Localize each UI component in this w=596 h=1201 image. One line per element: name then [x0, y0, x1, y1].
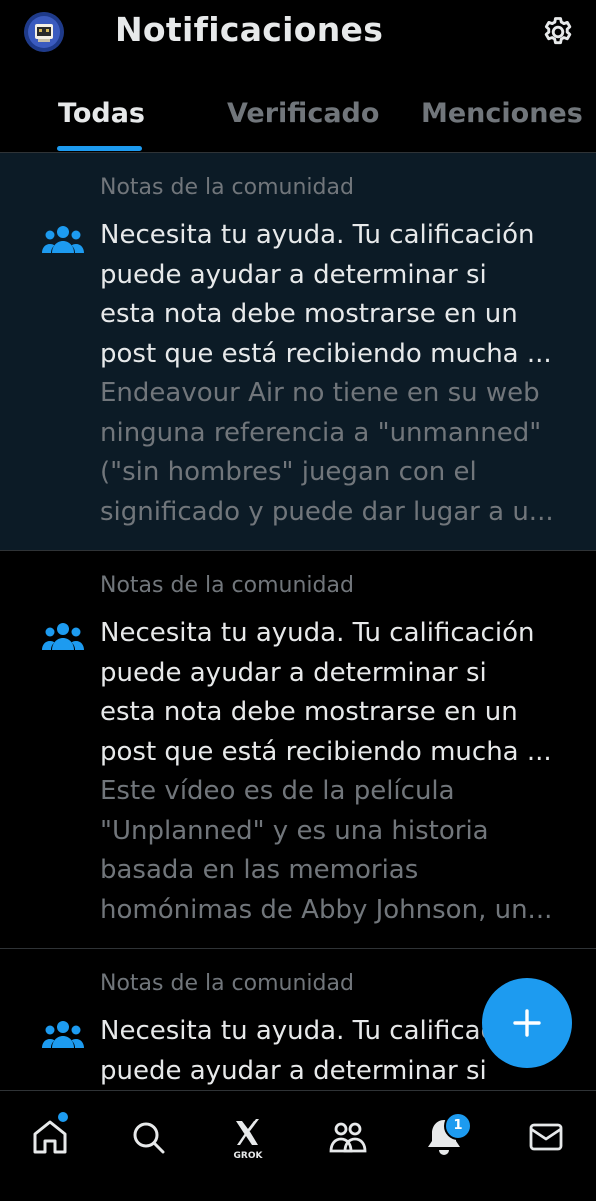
top-app-bar: Notificaciones [0, 0, 596, 68]
note-preview-line: "Unplanned" y es una historia [100, 815, 489, 846]
tab-menciones[interactable]: Menciones [421, 98, 583, 129]
page-title: Notificaciones [115, 10, 384, 49]
notification-text-line: Necesita tu ayuda. Tu calificación [100, 220, 535, 250]
grok-icon[interactable]: GROK [226, 1115, 270, 1161]
plus-icon [513, 1009, 541, 1037]
compose-button[interactable] [482, 978, 572, 1068]
gear-icon[interactable] [540, 14, 576, 50]
notification-text-line: post que está recibiendo mucha ... [100, 338, 552, 369]
notification-text-line: post que está recibiendo mucha ... [100, 736, 552, 767]
notification-text-line: puede ayudar a determinar si [100, 657, 487, 688]
note-preview-line: significado y puede dar lugar a u... [100, 496, 554, 527]
community-people-icon [42, 1018, 84, 1052]
grok-label: GROK [233, 1151, 263, 1161]
communities-icon[interactable] [326, 1115, 370, 1159]
mail-icon[interactable] [524, 1115, 568, 1159]
notification-text-line: esta nota debe mostrarse en un [100, 299, 518, 329]
notification-text-line: puede ayudar a determinar si [100, 259, 487, 290]
notification-text-line: esta nota debe mostrarse en un [100, 697, 518, 727]
system-gesture-bar [0, 1188, 596, 1200]
notification-body: Necesita tu ayuda. Tu calificación puede… [100, 216, 576, 532]
tab-todas[interactable]: Todas [58, 98, 145, 129]
notification-type-label: Notas de la comunidad [100, 971, 354, 996]
notification-type-label: Notas de la comunidad [100, 175, 354, 200]
notification-body: Necesita tu ayuda. Tu calificación puede… [100, 614, 576, 930]
notification-text-line: Necesita tu ayuda. Tu calificación [100, 618, 535, 648]
home-icon[interactable] [28, 1115, 72, 1159]
note-preview-line: Este vídeo es de la película [100, 776, 455, 806]
note-preview-line: ("sin hombres" juegan con el [100, 457, 477, 487]
note-preview-line: ninguna referencia a "unmanned" [100, 417, 542, 448]
bottom-navigation: GROK [0, 1090, 596, 1201]
note-preview-line: homónimas de Abby Johnson, un... [100, 894, 553, 925]
notification-tabs: Todas Verificado Menciones [0, 80, 596, 153]
notification-item[interactable]: Notas de la comunidad Necesita tu ayuda.… [0, 551, 596, 949]
notification-count-badge: 1 [444, 1112, 472, 1140]
community-people-icon [42, 223, 84, 257]
active-tab-indicator [57, 146, 142, 151]
profile-avatar[interactable] [24, 12, 64, 52]
home-unread-dot [58, 1112, 68, 1122]
notification-item[interactable]: Notas de la comunidad Necesita tu ayuda.… [0, 153, 596, 551]
note-preview-line: Endeavour Air no tiene en su web [100, 378, 540, 408]
note-preview-line: basada en las memorias [100, 855, 419, 885]
community-people-icon [42, 620, 84, 654]
tab-verificado[interactable]: Verificado [227, 98, 379, 129]
search-icon[interactable] [126, 1115, 170, 1159]
notification-type-label: Notas de la comunidad [100, 573, 354, 598]
